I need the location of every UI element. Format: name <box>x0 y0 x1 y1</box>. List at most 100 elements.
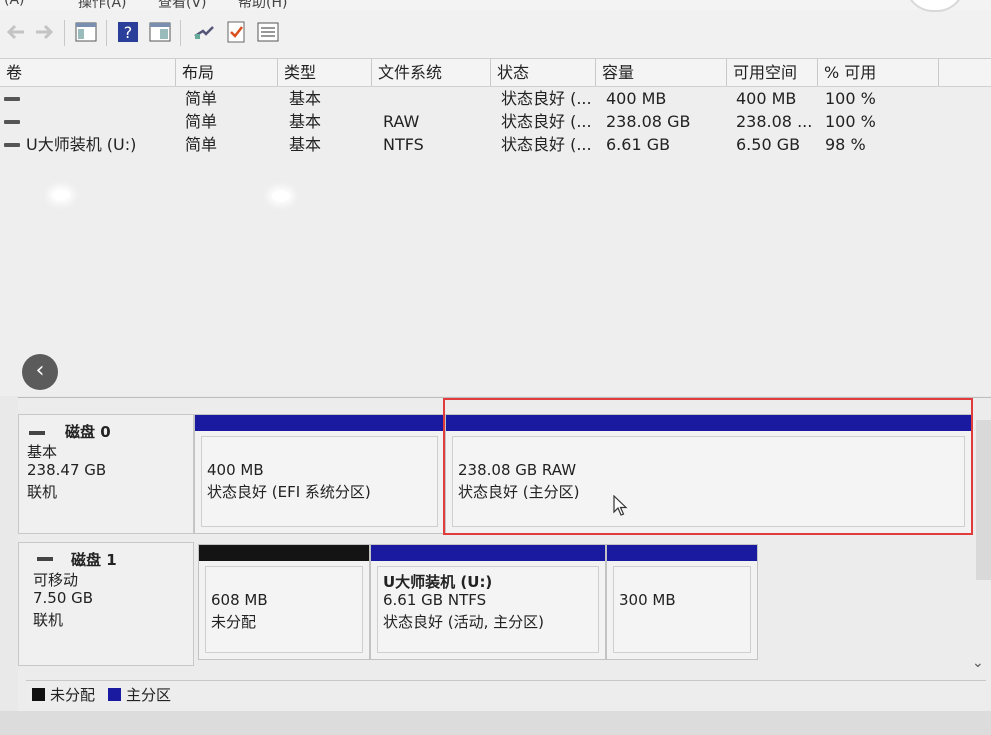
partition-bar <box>199 545 369 561</box>
drive-icon <box>4 143 20 147</box>
column-header-row: 卷 布局 类型 文件系统 状态 容量 可用空间 % 可用 <box>0 59 991 87</box>
cell-volume: U大师装机 (U:) <box>26 135 137 154</box>
help-icon[interactable]: ? <box>116 20 140 44</box>
cell-type: 基本 <box>289 112 322 131</box>
disk-state: 联机 <box>33 611 64 629</box>
legend-label-primary: 主分区 <box>126 686 172 704</box>
back-button[interactable]: ‹ <box>22 354 58 390</box>
partition-body: U大师装机 (U:) 6.61 GB NTFS 状态良好 (活动, 主分区) <box>377 566 599 653</box>
cell-percent-free: 100 % <box>825 89 876 108</box>
status-bar <box>0 711 991 735</box>
disk-size: 238.47 GB <box>27 461 107 479</box>
partition-status: 状态良好 (活动, 主分区) <box>383 613 545 631</box>
partition-status: 未分配 <box>211 613 257 631</box>
table-row[interactable]: 简单 基本 RAW 状态良好 (... 238.08 GB 238.08 ...… <box>0 110 991 133</box>
column-header-volume[interactable]: 卷 <box>0 59 176 86</box>
cell-filesystem: RAW <box>383 112 420 131</box>
column-header-type[interactable]: 类型 <box>278 59 372 86</box>
console-tree-icon[interactable] <box>74 20 98 44</box>
properties-icon[interactable] <box>148 20 172 44</box>
cell-layout: 简单 <box>185 89 218 108</box>
disk-name: 磁盘 1 <box>71 551 117 569</box>
disk-0-label[interactable]: 磁盘 0 基本 238.47 GB 联机 <box>18 414 194 534</box>
partition-udashi[interactable]: U大师装机 (U:) 6.61 GB NTFS 状态良好 (活动, 主分区) <box>370 544 606 660</box>
disk-name: 磁盘 0 <box>65 423 111 441</box>
table-row[interactable]: 简单 基本 状态良好 (... 400 MB 400 MB 100 % <box>0 87 991 110</box>
disk-1-label[interactable]: 磁盘 1 可移动 7.50 GB 联机 <box>18 542 194 666</box>
partition-status: 状态良好 (EFI 系统分区) <box>207 483 371 501</box>
toolbar-separator <box>180 20 181 46</box>
cell-capacity: 238.08 GB <box>606 112 691 131</box>
disk-kind: 基本 <box>27 443 58 461</box>
drive-icon <box>4 97 20 101</box>
partition-300mb[interactable]: 300 MB <box>606 544 758 660</box>
cell-percent-free: 100 % <box>825 112 876 131</box>
cell-filesystem: NTFS <box>383 135 424 154</box>
cell-layout: 简单 <box>185 112 218 131</box>
scroll-down-icon[interactable]: ⌄ <box>972 655 984 671</box>
red-highlight-box <box>443 398 973 535</box>
cell-percent-free: 98 % <box>825 135 866 154</box>
legend-swatch-primary <box>108 688 121 701</box>
menu-item-view[interactable]: 查看(V) <box>158 0 207 10</box>
menu-item-action[interactable]: 操作(A) <box>78 0 127 10</box>
cell-type: 基本 <box>289 135 322 154</box>
vertical-scrollbar[interactable] <box>976 420 991 580</box>
screen-glare <box>52 190 70 200</box>
column-header-filesystem[interactable]: 文件系统 <box>372 59 491 86</box>
menu-item-help[interactable]: 帮助(H) <box>238 0 287 10</box>
disk-icon <box>37 557 53 561</box>
cell-type: 基本 <box>289 89 322 108</box>
drive-icon <box>4 120 20 124</box>
partition-body: 608 MB 未分配 <box>205 566 363 653</box>
column-header-layout[interactable]: 布局 <box>176 59 278 86</box>
partition-size: 608 MB <box>211 591 268 609</box>
list-view-icon[interactable] <box>256 20 280 44</box>
connect-icon[interactable] <box>192 20 216 44</box>
back-arrow-icon[interactable] <box>4 20 28 44</box>
cell-capacity: 6.61 GB <box>606 135 671 154</box>
partition-body: 300 MB <box>613 566 751 653</box>
column-header-status[interactable]: 状态 <box>491 59 596 86</box>
partition-body: 400 MB 状态良好 (EFI 系统分区) <box>201 436 438 527</box>
menu-item-file[interactable]: (A) <box>4 0 25 8</box>
cell-free-space: 6.50 GB <box>736 135 801 154</box>
partition-bar <box>607 545 757 561</box>
cell-status: 状态良好 (... <box>501 135 592 154</box>
partition-unallocated[interactable]: 608 MB 未分配 <box>198 544 370 660</box>
cell-status: 状态良好 (... <box>501 89 592 108</box>
svg-text:?: ? <box>124 23 133 42</box>
toolbar-separator <box>106 20 107 46</box>
disk-kind: 可移动 <box>33 571 79 589</box>
toolbar: ? <box>0 10 991 59</box>
partition-title: U大师装机 (U:) <box>383 573 493 591</box>
legend: 未分配 主分区 <box>26 680 986 707</box>
cell-capacity: 400 MB <box>606 89 667 108</box>
legend-label-unallocated: 未分配 <box>50 686 96 704</box>
menu-bar: (A) 操作(A) 查看(V) 帮助(H) <box>0 0 991 10</box>
toolbar-separator <box>64 20 65 46</box>
legend-swatch-unallocated <box>32 688 45 701</box>
column-header-free-space[interactable]: 可用空间 <box>727 59 818 86</box>
cell-status: 状态良好 (... <box>501 112 592 131</box>
screen-glare <box>272 191 290 201</box>
cell-free-space: 238.08 ... <box>736 112 813 131</box>
cell-layout: 简单 <box>185 135 218 154</box>
forward-arrow-icon[interactable] <box>32 20 56 44</box>
mouse-cursor-icon <box>613 495 628 516</box>
disk-state: 联机 <box>27 483 58 501</box>
volume-list: 卷 布局 类型 文件系统 状态 容量 可用空间 % 可用 简单 基本 状态良好 … <box>0 59 991 396</box>
partition-size: 400 MB <box>207 461 264 479</box>
table-row[interactable]: U大师装机 (U:) 简单 基本 NTFS 状态良好 (... 6.61 GB … <box>0 133 991 156</box>
cell-free-space: 400 MB <box>736 89 797 108</box>
disk-size: 7.50 GB <box>33 589 94 607</box>
disk-icon <box>29 431 45 435</box>
check-icon[interactable] <box>224 20 248 44</box>
partition-bar <box>371 545 605 561</box>
column-header-percent-free[interactable]: % 可用 <box>818 59 939 86</box>
column-header-capacity[interactable]: 容量 <box>596 59 727 86</box>
partition-efi[interactable]: 400 MB 状态良好 (EFI 系统分区) <box>194 414 445 534</box>
partition-size: 300 MB <box>619 591 676 609</box>
partition-bar <box>195 415 444 431</box>
partition-size: 6.61 GB NTFS <box>383 591 487 609</box>
